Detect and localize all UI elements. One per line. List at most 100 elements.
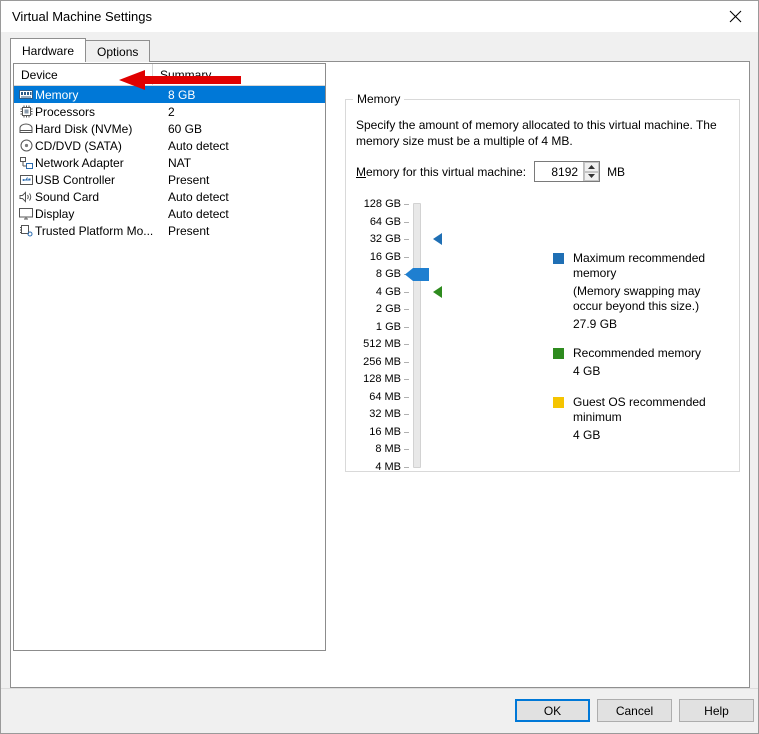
slider-scale-label: 128 MB xyxy=(363,373,401,385)
slider-scale-label: 256 MB xyxy=(363,355,401,368)
slider-scale-label: 8 GB xyxy=(375,268,401,280)
slider-scale-tick xyxy=(404,431,409,433)
legend-item-maximum: Maximum recommended memory (Memory swapp… xyxy=(553,251,738,332)
tab-hardware[interactable]: Hardware xyxy=(10,38,87,62)
tab-strip: Hardware Options xyxy=(10,38,151,62)
slider-scale-label: 4 GB xyxy=(375,285,401,298)
slider-scale-tick xyxy=(404,326,409,328)
device-summary: Present xyxy=(168,172,210,187)
memory-stepper[interactable] xyxy=(583,162,600,181)
memory-field-label: Memory for this virtual machine: xyxy=(356,164,527,179)
table-row[interactable]: Processors 2 xyxy=(14,103,325,120)
legend-value-guest-minimum: 4 GB xyxy=(573,428,601,442)
device-summary: Auto detect xyxy=(168,189,229,204)
network-adapter-icon xyxy=(17,156,35,169)
device-summary: Auto detect xyxy=(168,138,229,153)
table-row[interactable]: CD/DVD (SATA) Auto detect xyxy=(14,137,325,154)
device-name: Trusted Platform Mo... xyxy=(35,223,154,238)
slider-scale-tick xyxy=(404,379,409,380)
help-button[interactable]: Help xyxy=(679,699,754,722)
device-name: Display xyxy=(35,206,75,221)
device-name: Sound Card xyxy=(35,189,100,204)
slider-scale-label: 512 MB xyxy=(363,338,401,350)
slider-scale-tick xyxy=(404,239,409,240)
table-row[interactable]: Sound Card Auto detect xyxy=(14,188,325,205)
legend-value-maximum: 27.9 GB xyxy=(573,317,618,331)
slider-scale-tick xyxy=(404,221,409,223)
table-row[interactable]: USB Controller Present xyxy=(14,171,325,188)
device-name: CD/DVD (SATA) xyxy=(35,138,122,153)
slider-scale-tick xyxy=(404,396,409,398)
table-row[interactable]: Trusted Platform Mo... Present xyxy=(14,222,325,239)
cancel-button[interactable]: Cancel xyxy=(597,699,672,722)
device-list[interactable]: Device Summary Memory 8 GB Processors 2 … xyxy=(13,63,326,651)
slider-scale-label: 8 MB xyxy=(375,443,401,455)
device-summary: Present xyxy=(168,223,210,238)
speaker-icon xyxy=(17,190,35,203)
legend-item-recommended: Recommended memory 4 GB xyxy=(553,346,738,379)
device-name: USB Controller xyxy=(35,172,116,187)
slider-scale-label: 4 MB xyxy=(375,460,401,473)
virtual-machine-settings-dialog: Virtual Machine Settings Hardware Option… xyxy=(0,0,759,734)
device-name: Network Adapter xyxy=(35,155,124,170)
memory-module-icon xyxy=(17,89,35,100)
recommended-marker xyxy=(433,285,442,298)
close-icon xyxy=(729,10,741,22)
device-summary: 8 GB xyxy=(168,87,196,102)
tab-options[interactable]: Options xyxy=(85,40,151,62)
legend-swatch-guest-minimum xyxy=(553,397,564,408)
device-name: Hard Disk (NVMe) xyxy=(35,121,133,136)
device-summary: Auto detect xyxy=(168,206,229,221)
device-summary: 2 xyxy=(168,104,175,119)
maximum-recommended-marker xyxy=(433,233,442,245)
legend-swatch-recommended xyxy=(553,348,564,359)
slider-scale-tick xyxy=(404,414,409,415)
slider-scale-tick xyxy=(404,256,409,258)
legend-label-guest-minimum: Guest OS recommended minimum xyxy=(573,395,706,424)
device-summary: NAT xyxy=(168,155,192,170)
table-row[interactable]: Network Adapter NAT xyxy=(14,154,325,171)
table-row[interactable]: Hard Disk (NVMe) 60 GB xyxy=(14,120,325,137)
display-icon xyxy=(17,207,35,220)
column-header-summary[interactable]: Summary xyxy=(153,64,325,85)
legend-value-recommended: 4 GB xyxy=(573,364,601,378)
table-row[interactable]: Display Auto detect xyxy=(14,205,325,222)
tab-options-label: Options xyxy=(97,44,139,59)
slider-scale-label: 16 MB xyxy=(369,425,401,438)
slider-scale-tick xyxy=(404,344,409,345)
close-button[interactable] xyxy=(712,1,758,31)
memory-field-row: Memory for this virtual machine: 8192 MB xyxy=(356,161,625,182)
slider-thumb[interactable] xyxy=(405,267,429,282)
ok-button[interactable]: OK xyxy=(515,699,590,722)
slider-scale-label: 32 MB xyxy=(369,408,401,420)
spinner-down-icon[interactable] xyxy=(584,171,600,181)
device-name: Memory xyxy=(35,87,79,102)
slider-scale-label: 64 MB xyxy=(369,390,401,403)
memory-legend: Maximum recommended memory (Memory swapp… xyxy=(553,251,738,445)
slider-scale-tick xyxy=(404,449,409,450)
memory-input[interactable]: 8192 xyxy=(534,161,601,182)
ok-button-label: OK xyxy=(543,703,562,718)
cancel-button-label: Cancel xyxy=(615,703,654,718)
cpu-chip-icon xyxy=(17,105,35,118)
legend-swatch-maximum xyxy=(553,253,564,264)
slider-scale-label: 32 GB xyxy=(369,233,401,245)
memory-group-title: Memory xyxy=(353,92,405,106)
tab-hardware-label: Hardware xyxy=(22,43,75,58)
slider-scale-tick xyxy=(404,291,409,293)
table-row[interactable]: Memory 8 GB xyxy=(14,86,325,103)
legend-note-maximum: (Memory swapping may occur beyond this s… xyxy=(573,284,701,313)
slider-scale-tick xyxy=(404,361,409,363)
window-title: Virtual Machine Settings xyxy=(12,9,152,24)
legend-item-guest-minimum: Guest OS recommended minimum 4 GB xyxy=(553,395,738,443)
slider-scale-tick xyxy=(404,466,409,468)
spinner-up-icon[interactable] xyxy=(584,162,600,172)
legend-label-recommended: Recommended memory xyxy=(573,346,702,360)
slider-track[interactable] xyxy=(413,203,421,468)
device-list-header: Device Summary xyxy=(14,64,325,86)
usb-icon xyxy=(17,174,35,186)
memory-slider[interactable]: 128 GB 64 GB 32 GB 16 GB 8 GB 4 GB 2 GB 1 GB 512… xyxy=(353,199,442,475)
optical-disc-icon xyxy=(17,139,35,152)
tpm-icon xyxy=(17,224,35,237)
column-header-device[interactable]: Device xyxy=(14,64,153,85)
